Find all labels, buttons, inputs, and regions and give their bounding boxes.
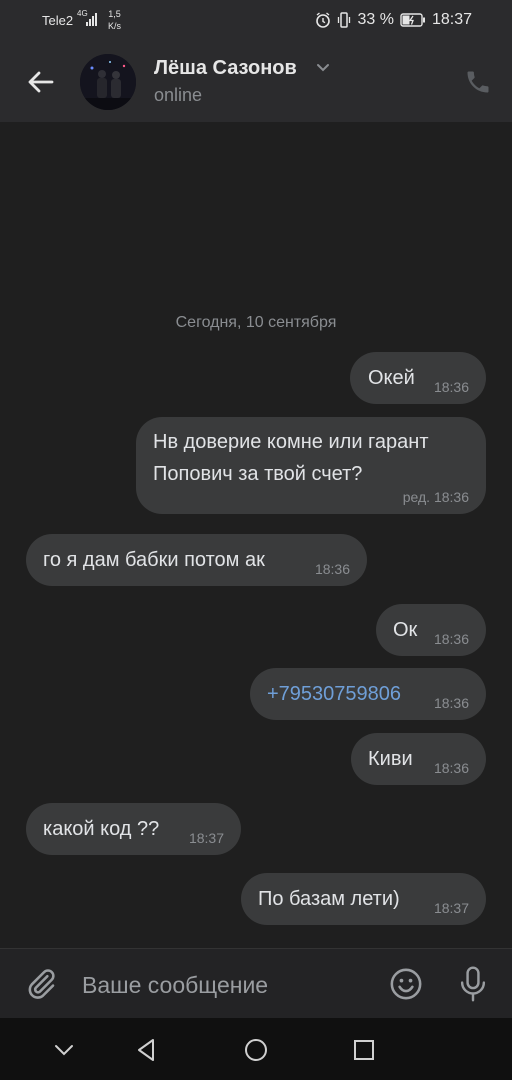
back-arrow-icon[interactable] [22,64,58,100]
message-time: 18:36 [433,695,469,711]
message-incoming[interactable]: какой код ?? 18:37 [26,803,241,855]
battery-charging-icon [400,13,425,27]
chat-screen: Tele2 4G 1,5 K/s 33 % 18:37 Лёша Сазонов… [0,0,512,1080]
message-text: го я дам бабки потом ак [43,549,265,571]
chevron-down-icon[interactable] [315,62,331,74]
message-outgoing[interactable]: +79530759806 18:36 [250,668,486,720]
message-outgoing[interactable]: Киви 18:36 [351,733,486,785]
message-time: 18:36 [433,631,469,647]
message-outgoing[interactable]: Нв доверие комне или гарант Попович за т… [136,417,486,514]
battery-percent: 33 % [357,11,394,28]
home-circle-icon[interactable] [242,1036,270,1064]
message-text: Ок [393,619,418,641]
message-outgoing[interactable]: Окей 18:36 [350,352,486,404]
message-composer [0,948,512,1019]
message-list[interactable]: Сегодня, 10 сентября Окей 18:36 Нв довер… [0,122,512,948]
recents-square-icon[interactable] [350,1036,378,1064]
signal-icon [86,13,97,26]
vibrate-icon [338,12,351,28]
message-text: Окей [368,367,415,389]
hide-keyboard-chevron-icon[interactable] [50,1036,78,1064]
microphone-icon[interactable] [456,965,490,1003]
emoji-icon[interactable] [389,967,423,1001]
speed-value: 1,5 [108,9,121,19]
status-right: 33 % 18:37 [315,11,472,29]
message-outgoing[interactable]: По базам лети) 18:37 [241,873,486,925]
chat-header: Лёша Сазонов online [0,42,512,122]
message-time: 18:36 [433,379,469,395]
paperclip-icon[interactable] [24,967,58,1001]
message-text: По базам лети) [258,888,400,910]
back-triangle-icon[interactable] [132,1036,160,1064]
contact-name[interactable]: Лёша Сазонов [154,57,297,80]
avatar[interactable] [80,54,136,110]
message-text: Нв доверие комне или гарант Попович за т… [153,431,429,485]
message-time: 18:36 [433,760,469,776]
message-time: 18:37 [188,830,224,846]
speed-unit: K/s [108,21,122,31]
contact-status: online [154,85,203,105]
message-incoming[interactable]: го я дам бабки потом ак 18:36 [26,534,367,586]
message-outgoing[interactable]: Ок 18:36 [376,604,486,656]
message-text: какой код ?? [43,818,160,840]
clock: 18:37 [431,11,472,28]
alarm-icon [316,12,331,28]
message-time: 18:37 [433,900,469,916]
message-time: 18:36 [314,561,350,577]
phone-number-link[interactable]: +79530759806 [267,683,401,705]
status-bar: Tele2 4G 1,5 K/s 33 % 18:37 [0,0,512,42]
phone-icon[interactable] [464,68,492,96]
carrier-label: Tele2 [42,13,74,28]
message-text: Киви [368,748,413,770]
date-separator: Сегодня, 10 сентября [175,314,337,331]
message-time: ред. 18:36 [402,489,469,505]
avatar-photo [80,54,136,110]
message-input[interactable] [80,967,374,1003]
network-speed: 1,5 K/s [108,8,121,32]
navigation-bar [0,1018,512,1080]
